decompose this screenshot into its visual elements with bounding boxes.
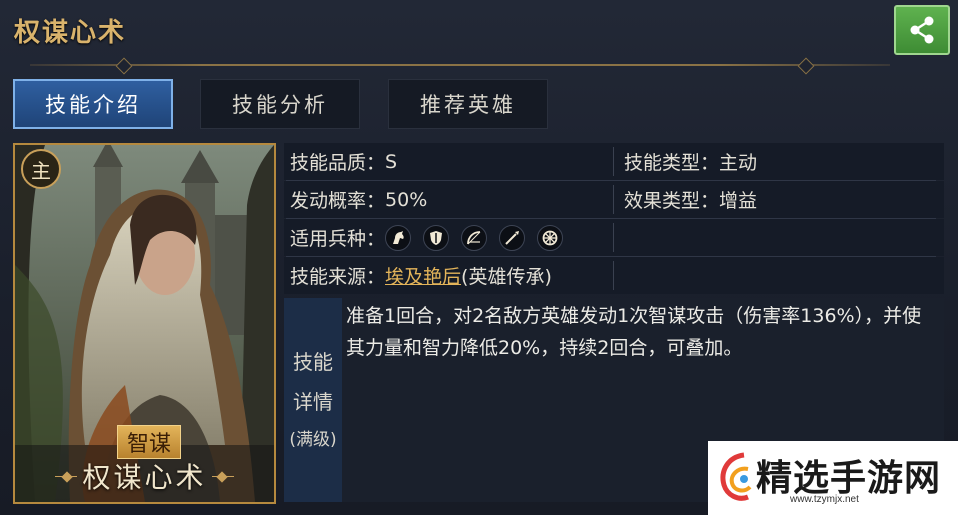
source-suffix: (英雄传承) (461, 266, 552, 288)
spear-icon (499, 224, 526, 251)
page-title: 权谋心术 (14, 18, 127, 48)
skill-detail-text: 准备1回合，对2名敌方英雄发动1次智谋攻击（伤害率136%），并使其力量和智力降… (346, 305, 922, 359)
detail-label-line2: 详情 (293, 390, 333, 414)
troops-label: 适用兵种： (290, 228, 386, 250)
skill-type-label: 技能类型： (624, 152, 720, 174)
main-skill-badge: 主 (21, 149, 61, 189)
effect-type-value: 增益 (719, 190, 758, 212)
share-icon (910, 16, 934, 44)
title-divider (30, 64, 890, 66)
tab-skill-intro[interactable]: 技能介绍 (13, 79, 173, 129)
tab-recommended-heroes[interactable]: 推荐英雄 (388, 79, 548, 129)
detail-label-line1: 技能 (293, 350, 333, 374)
watermark-url: www.tzymjx.net (790, 494, 859, 505)
effect-type-label: 效果类型： (624, 190, 720, 212)
rate-label: 发动概率： (290, 190, 386, 212)
share-button[interactable] (894, 5, 950, 55)
info-row-source: 技能来源： 埃及艳后 (英雄传承) (284, 257, 944, 294)
tab-skill-analysis[interactable]: 技能分析 (200, 79, 360, 129)
skill-type-badge: 智谋 (117, 425, 181, 459)
column-divider (613, 223, 614, 252)
shield-icon (423, 224, 450, 251)
source-label: 技能来源： (290, 266, 386, 288)
watermark-logo-icon (720, 452, 752, 501)
rate-value: 50% (385, 188, 428, 211)
name-ornament-line (212, 476, 234, 477)
info-row-quality: 技能品质： S 技能类型： 主动 (284, 143, 944, 180)
column-divider (613, 147, 614, 176)
info-row-troops: 适用兵种： (284, 219, 944, 256)
quality-label: 技能品质： (290, 152, 386, 174)
column-divider (613, 261, 614, 290)
info-row-rate: 发动概率： 50% 效果类型： 增益 (284, 181, 944, 218)
bow-icon (461, 224, 488, 251)
detail-label-line3: (满级) (289, 430, 337, 450)
skill-card-name: 权谋心术 (82, 461, 207, 494)
skill-card: 主 智谋 权谋心术 (13, 143, 276, 504)
horse-icon (385, 224, 412, 251)
skill-type-value: 主动 (719, 152, 758, 174)
detail-label-panel: 技能 详情 (满级) (284, 298, 342, 502)
column-divider (613, 185, 614, 214)
quality-value: S (385, 150, 398, 173)
wheel-icon (537, 224, 564, 251)
source-hero-link[interactable]: 埃及艳后 (385, 262, 461, 289)
